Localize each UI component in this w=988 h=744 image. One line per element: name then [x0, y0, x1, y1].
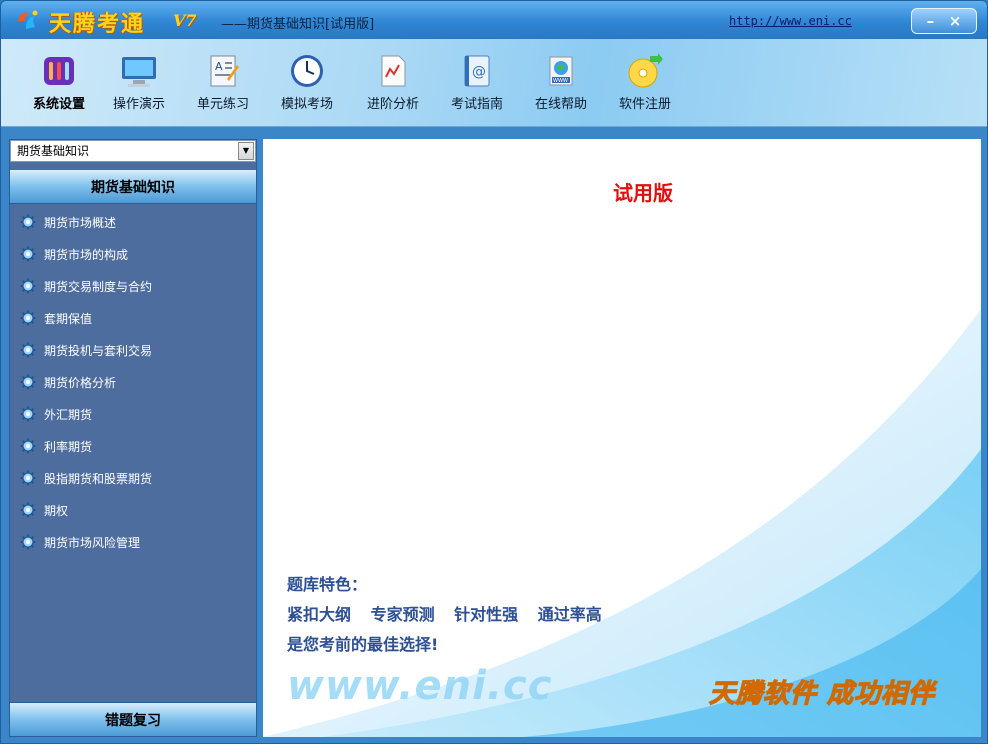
mistake-review-button[interactable]: 错题复习	[10, 702, 256, 736]
gear-icon	[20, 342, 36, 358]
gear-icon	[20, 470, 36, 486]
chapter-label: 期货价格分析	[44, 375, 117, 390]
toolbar-mock-exam[interactable]: 模拟考场	[271, 51, 343, 123]
chapter-item[interactable]: 期货投机与套利交易	[10, 334, 256, 366]
chapter-item[interactable]: 期权	[10, 494, 256, 526]
features-slogan: 是您考前的最佳选择!	[287, 635, 439, 654]
chapter-item[interactable]: 套期保值	[10, 302, 256, 334]
close-button[interactable]: ×	[949, 13, 962, 29]
features-list: 紧扣大纲 专家预测 针对性强 通过率高	[287, 605, 602, 624]
toolbar-label: 操作演示	[112, 97, 165, 112]
title-bar[interactable]: 天腾考通 V7 ——期货基础知识[试用版] http://www.eni.cc …	[1, 1, 987, 39]
gear-icon	[20, 214, 36, 230]
chapter-label: 股指期货和股票期货	[44, 471, 153, 486]
features-title: 题库特色：	[287, 575, 368, 594]
toolbar-label: 单元练习	[196, 97, 249, 112]
settings-tools-icon	[39, 51, 79, 91]
toolbar-label: 进阶分析	[366, 97, 419, 112]
chart-document-icon	[373, 51, 413, 91]
subject-select[interactable]: 期货基础知识 ▼	[10, 140, 256, 162]
main-toolbar: 系统设置 操作演示 A 单元练习 模拟考场 进阶分析 @ 考试指南 WWW 在线…	[1, 39, 987, 127]
chapter-item[interactable]: 股指期货和股票期货	[10, 462, 256, 494]
app-logo-icon	[18, 10, 38, 29]
trial-version-label: 试用版	[613, 181, 673, 205]
svg-text:A: A	[215, 60, 223, 73]
toolbar-exam-guide[interactable]: @ 考试指南	[441, 51, 513, 123]
app-version: V7	[173, 11, 197, 30]
chapter-item[interactable]: 利率期货	[10, 430, 256, 462]
web-globe-icon: WWW	[541, 51, 581, 91]
chapter-item[interactable]: 期货市场概述	[10, 206, 256, 238]
app-name: 天腾考通	[49, 11, 146, 37]
website-link[interactable]: http://www.eni.cc	[729, 14, 852, 28]
toolbar-software-register[interactable]: 软件注册	[609, 51, 681, 123]
gear-icon	[20, 246, 36, 262]
chapter-list: 期货市场概述 期货市场的构成期货交易制度与合约 套期保值期货投机与套利交易 期货价格分…	[10, 206, 256, 558]
gear-icon	[20, 278, 36, 294]
window-subtitle: ——期货基础知识[试用版]	[221, 17, 375, 32]
chapter-item[interactable]: 期货交易制度与合约	[10, 270, 256, 302]
sidebar: 期货基础知识 ▼ 期货基础知识 期货市场概述 期货市场的构成期货交易制度与合约 套期…	[9, 139, 257, 737]
chapter-item[interactable]: 期货价格分析	[10, 366, 256, 398]
gear-icon	[20, 310, 36, 326]
toolbar-label: 系统设置	[32, 97, 85, 112]
toolbar-demo[interactable]: 操作演示	[103, 51, 175, 123]
toolbar-system-settings[interactable]: 系统设置	[23, 51, 95, 123]
chapter-label: 期货市场风险管理	[44, 535, 141, 550]
toolbar-label: 模拟考场	[280, 97, 333, 112]
chapter-label: 利率期货	[44, 439, 93, 454]
toolbar-label: 考试指南	[450, 97, 503, 112]
toolbar-advanced-analysis[interactable]: 进阶分析	[357, 51, 429, 123]
mistake-review-label: 错题复习	[105, 712, 161, 729]
window-controls: – ×	[911, 8, 977, 34]
chapter-item[interactable]: 期货市场风险管理	[10, 526, 256, 558]
website-logo: www.eni.cc	[287, 663, 553, 709]
address-book-icon: @	[457, 51, 497, 91]
clock-icon	[287, 51, 327, 91]
app-window: 天腾考通 V7 ——期货基础知识[试用版] http://www.eni.cc …	[0, 0, 988, 744]
gear-icon	[20, 374, 36, 390]
chapter-label: 外汇期货	[44, 407, 93, 422]
svg-text:@: @	[472, 64, 486, 80]
chapter-item[interactable]: 期货市场的构成	[10, 238, 256, 270]
chapter-label: 套期保值	[44, 311, 93, 326]
cd-register-icon	[625, 51, 665, 91]
toolbar-label: 软件注册	[618, 97, 671, 112]
chapter-item[interactable]: 外汇期货	[10, 398, 256, 430]
chevron-down-icon[interactable]: ▼	[238, 142, 254, 160]
toolbar-label: 在线帮助	[534, 97, 587, 112]
gear-icon	[20, 438, 36, 454]
gear-icon	[20, 502, 36, 518]
exercise-sheet-icon: A	[203, 51, 243, 91]
chapter-label: 期货交易制度与合约	[44, 279, 153, 294]
section-title: 期货基础知识	[91, 179, 175, 196]
chapter-label: 期权	[44, 503, 69, 518]
brand-slogan: 天腾软件 成功相伴	[708, 678, 936, 709]
gear-icon	[20, 534, 36, 550]
gear-icon	[20, 406, 36, 422]
subject-select-value: 期货基础知识	[17, 144, 90, 158]
monitor-icon	[119, 51, 159, 91]
chapter-label: 期货市场概述	[44, 215, 117, 230]
toolbar-online-help[interactable]: WWW 在线帮助	[525, 51, 597, 123]
main-content: 试用版 题库特色： 紧扣大纲 专家预测 针对性强 通过率高 是您考前的最佳选择!…	[263, 139, 981, 737]
minimize-button[interactable]: –	[927, 13, 935, 29]
section-header[interactable]: 期货基础知识	[10, 170, 256, 204]
chapter-label: 期货市场的构成	[44, 247, 129, 262]
chapter-label: 期货投机与套利交易	[44, 343, 153, 358]
toolbar-unit-exercise[interactable]: A 单元练习	[187, 51, 259, 123]
svg-text:WWW: WWW	[553, 78, 568, 84]
